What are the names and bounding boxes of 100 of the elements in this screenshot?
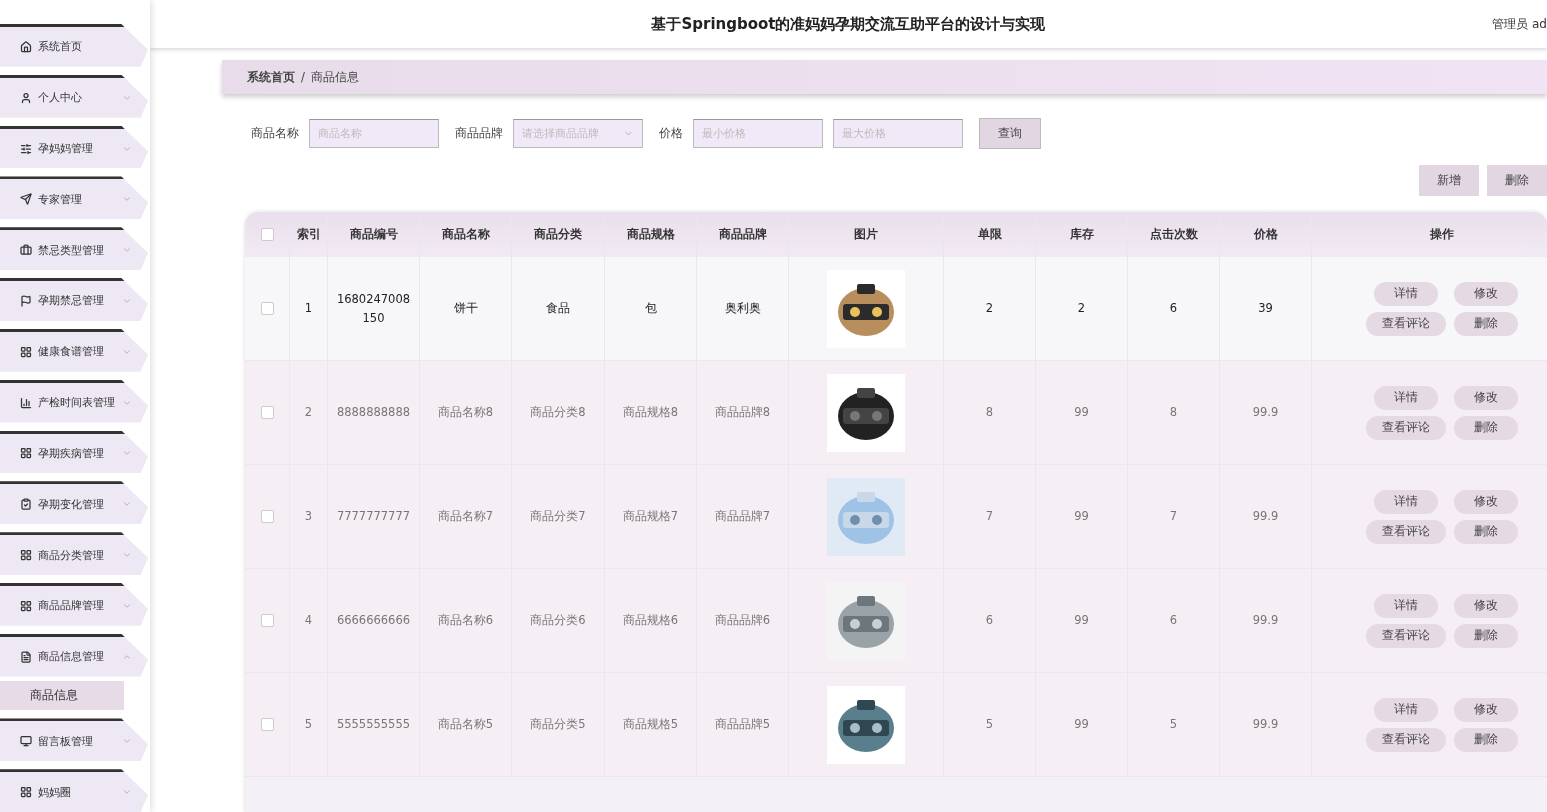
menu-icon <box>20 786 32 799</box>
table-cell: 2 <box>1036 257 1128 360</box>
menu-icon <box>20 345 32 358</box>
sidebar-item[interactable]: 专家管理 <box>0 176 148 220</box>
menu-icon <box>20 447 32 460</box>
table-cell: 食品 <box>512 257 605 360</box>
row-action-button[interactable]: 删除 <box>1453 623 1518 648</box>
sidebar-item[interactable]: 禁忌类型管理 <box>0 227 148 271</box>
row-action-button[interactable]: 查看评论 <box>1365 519 1446 544</box>
table-cell: 99 <box>1036 569 1128 672</box>
checkbox[interactable] <box>260 614 274 627</box>
table-cell: 商品分类8 <box>512 361 605 464</box>
table-cell: 3 <box>290 465 328 568</box>
table-cell: 6 <box>1128 569 1220 672</box>
sidebar-subitem[interactable]: 商品信息 <box>0 680 124 711</box>
table-cell: 7 <box>1128 465 1220 568</box>
checkbox[interactable] <box>260 510 274 523</box>
table-cell: 商品规格8 <box>605 361 697 464</box>
page-title: 基于Springboot的准妈妈孕期交流互助平台的设计与实现 <box>651 14 1046 34</box>
table-cell: 商品品牌5 <box>697 673 789 776</box>
table-cell: 商品名称7 <box>420 465 512 568</box>
table-cell: 5 <box>290 673 328 776</box>
row-action-button[interactable]: 修改 <box>1453 385 1518 410</box>
menu-icon <box>20 294 32 307</box>
table-cell: 商品分类6 <box>512 569 605 672</box>
sidebar-item[interactable]: 孕妈妈管理 <box>0 125 148 169</box>
table-cell: 奥利奥 <box>697 257 789 360</box>
row-action-button[interactable]: 详情 <box>1373 593 1438 618</box>
sidebar-item[interactable]: 留言板管理 <box>0 718 148 762</box>
table-cell: 商品品牌6 <box>697 569 789 672</box>
menu-icon <box>20 193 32 206</box>
row-action-button[interactable]: 查看评论 <box>1365 311 1446 336</box>
delete-button[interactable]: 删除 <box>1487 165 1547 196</box>
row-action-button[interactable]: 修改 <box>1453 593 1518 618</box>
field-label: 价格 <box>659 125 683 142</box>
checkbox[interactable] <box>260 228 274 241</box>
table-cell: 商品规格7 <box>605 465 697 568</box>
row-action-button[interactable]: 详情 <box>1373 489 1438 514</box>
table-cell: 8 <box>1128 361 1220 464</box>
breadcrumb-item: 商品信息 <box>310 69 359 85</box>
table-cell: 6 <box>1128 257 1220 360</box>
user-name[interactable]: 管理员 ad <box>1492 15 1547 33</box>
row-action-button[interactable]: 修改 <box>1453 281 1518 306</box>
table-cell: 99.9 <box>1220 361 1312 464</box>
row-action-button[interactable]: 查看评论 <box>1365 415 1446 440</box>
sidebar-item[interactable]: 商品品牌管理 <box>0 582 148 626</box>
table-cell: 7 <box>944 465 1036 568</box>
table-cell: 商品品牌7 <box>697 465 789 568</box>
menu-icon <box>20 599 32 612</box>
row-action-button[interactable]: 删除 <box>1453 311 1518 336</box>
row-action-button[interactable]: 详情 <box>1373 697 1438 722</box>
table-cell: 6 <box>944 569 1036 672</box>
menu-icon <box>20 142 32 155</box>
menu-icon <box>20 396 32 409</box>
table-cell: 商品名称5 <box>420 673 512 776</box>
table-cell: 5 <box>1128 673 1220 776</box>
row-action-button[interactable]: 详情 <box>1373 385 1438 410</box>
table-cell: 99 <box>1036 673 1128 776</box>
add-button[interactable]: 新增 <box>1419 165 1479 196</box>
row-action-button[interactable]: 修改 <box>1453 697 1518 722</box>
sidebar-item[interactable]: 孕期禁忌管理 <box>0 278 148 321</box>
checkbox[interactable] <box>260 302 274 315</box>
menu-icon <box>20 549 32 562</box>
menu-icon <box>20 735 32 748</box>
field-label: 商品名称 <box>251 125 299 142</box>
row-action-button[interactable]: 删除 <box>1453 519 1518 544</box>
menu-icon <box>20 498 32 511</box>
table-cell: 8 <box>944 361 1036 464</box>
table-cell: 5555555555 <box>328 673 420 776</box>
row-action-button[interactable]: 修改 <box>1453 489 1518 514</box>
sidebar-item[interactable]: 孕期疾病管理 <box>0 430 148 474</box>
table-cell: 7777777777 <box>328 465 420 568</box>
sidebar-item[interactable]: 妈妈圈 <box>0 769 148 812</box>
breadcrumb-item[interactable]: 系统首页 <box>247 69 295 85</box>
row-action-button[interactable]: 查看评论 <box>1365 623 1446 648</box>
table-cell: 2 <box>944 257 1036 360</box>
sidebar-item[interactable]: 健康食谱管理 <box>0 328 148 372</box>
table-cell: 商品名称8 <box>420 361 512 464</box>
table-cell: 商品名称6 <box>420 569 512 672</box>
sidebar-item[interactable]: 系统首页 <box>0 24 148 67</box>
table-cell: 商品分类7 <box>512 465 605 568</box>
checkbox[interactable] <box>260 406 274 419</box>
table-cell: 商品分类5 <box>512 673 605 776</box>
row-action-button[interactable]: 删除 <box>1453 415 1518 440</box>
sidebar-item[interactable]: 孕期变化管理 <box>0 481 148 525</box>
table-cell: 商品规格6 <box>605 569 697 672</box>
checkbox[interactable] <box>260 718 274 731</box>
row-action-button[interactable]: 删除 <box>1453 727 1518 752</box>
search-button[interactable]: 查询 <box>979 118 1041 149</box>
sidebar-item[interactable]: 产检时间表管理 <box>0 379 148 423</box>
table-cell: 1680247008150 <box>328 257 420 360</box>
table-cell: 商品规格5 <box>605 673 697 776</box>
row-action-button[interactable]: 详情 <box>1373 281 1438 306</box>
table-cell: 39 <box>1220 257 1312 360</box>
sidebar-item[interactable]: 商品信息管理 <box>0 633 148 677</box>
sidebar-item[interactable]: 个人中心 <box>0 74 148 118</box>
table-cell: 2 <box>290 361 328 464</box>
table-cell: 99.9 <box>1220 465 1312 568</box>
row-action-button[interactable]: 查看评论 <box>1365 727 1446 752</box>
sidebar-item[interactable]: 商品分类管理 <box>0 532 148 575</box>
